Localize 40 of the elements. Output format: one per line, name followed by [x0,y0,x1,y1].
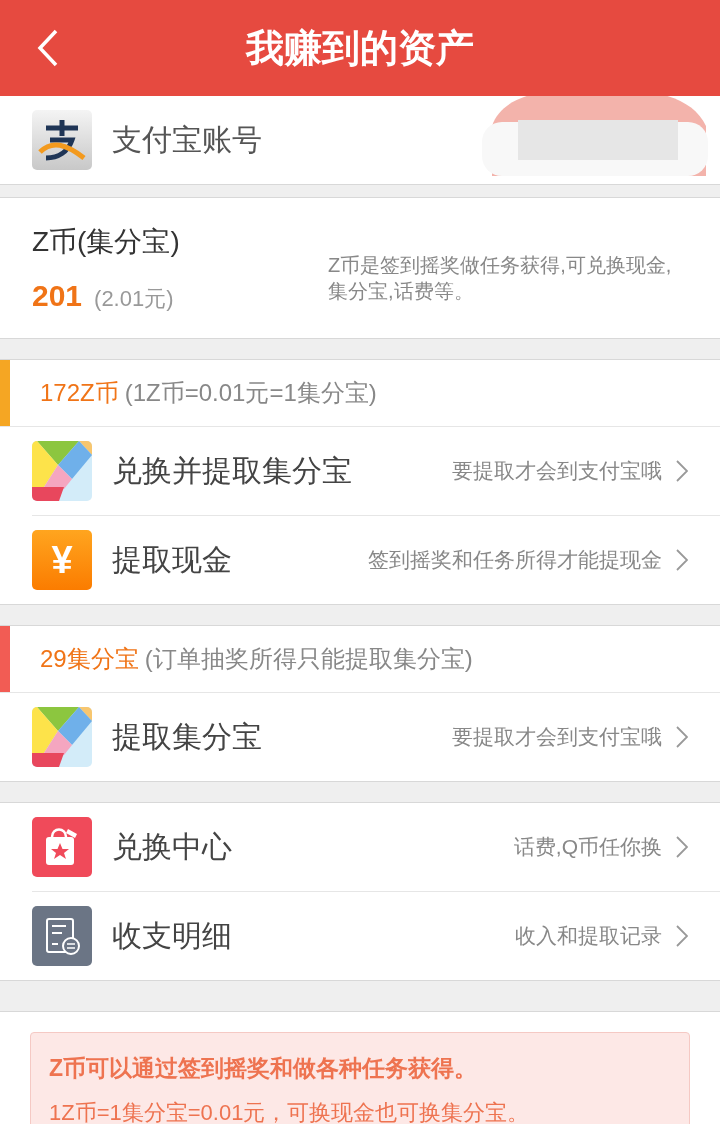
balance-value: 29集分宝 [40,644,139,674]
coin-title: Z币(集分宝) [32,224,181,259]
yuan-icon: ¥ [32,530,92,590]
notice-text: 1Z币=1集分宝=0.01元，可换现金也可换集分宝。 [49,1099,531,1124]
item-hint: 签到摇奖和任务所得才能提现金 [368,547,662,573]
shopping-bag-icon [32,817,92,877]
menu-item[interactable]: 兑换并提取集分宝 要提取才会到支付宝哦 [32,427,720,515]
menu-item[interactable]: 兑换中心 话费,Q币任你换 [32,803,720,891]
account-row[interactable]: 支付宝账号 [0,96,720,185]
tangram-icon [32,441,92,501]
item-hint: 要提取才会到支付宝哦 [452,724,662,750]
menu-item[interactable]: ¥ 提取现金 签到摇奖和任务所得才能提现金 [32,515,720,604]
item-hint: 要提取才会到支付宝哦 [452,458,662,484]
back-icon[interactable] [36,28,60,68]
notice-text: Z币可以通过签到摇奖和做各种任务获得。 [49,1054,479,1083]
item-title: 提取集分宝 [112,718,263,755]
tangram-icon [32,707,92,767]
balance-value: 172Z币 [40,378,119,408]
item-hint: 收入和提取记录 [515,923,662,949]
chevron-right-icon [676,925,688,947]
account-label: 支付宝账号 [112,121,262,158]
amount-value-note: (2.01元) [94,284,174,313]
item-hint: 话费,Q币任你换 [513,834,662,860]
coin-amount: 201 [32,278,83,313]
payment-logo-icon [32,110,92,170]
item-title: 收支明细 [112,917,233,954]
chevron-right-icon [676,726,688,748]
chevron-right-icon [676,460,688,482]
item-title: 提取现金 [112,541,233,578]
ledger-icon [32,906,92,966]
menu-item[interactable]: 提取集分宝 要提取才会到支付宝哦 [32,693,720,781]
coin-description: Z币是签到摇奖做任务获得,可兑换现金,集分宝,话费等。 [328,253,673,304]
menu-item[interactable]: 收支明细 收入和提取记录 [32,891,720,980]
item-title: 兑换并提取集分宝 [112,452,353,489]
page-title: 我赚到的资产 [246,25,474,71]
item-title: 兑换中心 [112,828,233,865]
balance-note: (1Z币=0.01元=1集分宝) [124,378,377,408]
balance-note: (订单抽奖所得只能提取集分宝) [144,644,473,674]
chevron-right-icon [676,836,688,858]
chevron-right-icon [676,549,688,571]
